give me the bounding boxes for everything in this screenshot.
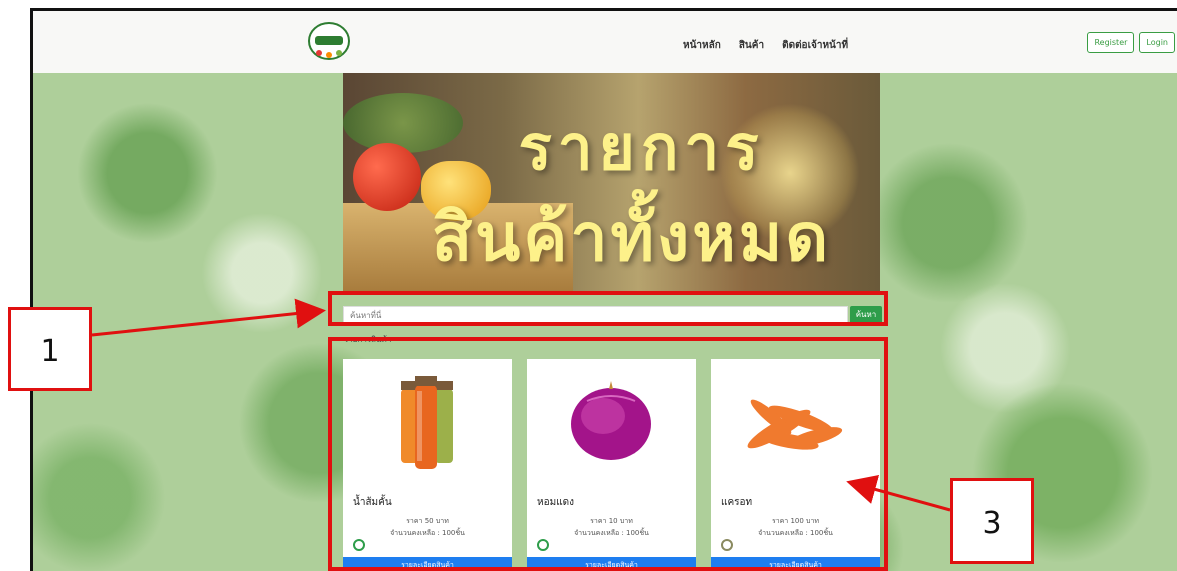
annotation-arrows (91, 298, 951, 512)
arrow-to-product (846, 474, 951, 512)
arrow-to-search (91, 298, 326, 337)
